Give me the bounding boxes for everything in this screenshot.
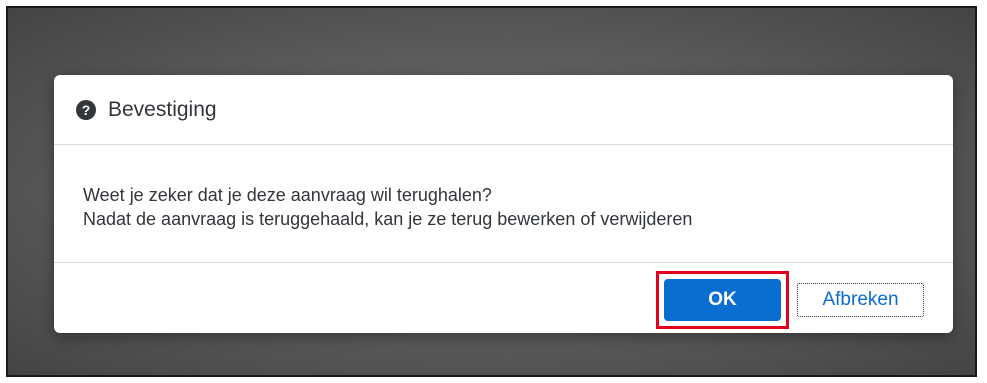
dialog-message-line-2: Nadat de aanvraag is teruggehaald, kan j… [83, 209, 693, 229]
modal-overlay: ? Bevestiging Weet je zeker dat je deze … [6, 6, 977, 377]
dialog-message-line-1: Weet je zeker dat je deze aanvraag wil t… [83, 185, 492, 205]
dialog-footer: OK Afbreken [54, 262, 953, 333]
question-circle-icon: ? [76, 99, 96, 120]
confirmation-dialog: ? Bevestiging Weet je zeker dat je deze … [54, 75, 953, 333]
ok-button[interactable]: OK [664, 279, 781, 321]
cancel-button[interactable]: Afbreken [797, 283, 924, 317]
dialog-header: ? Bevestiging [54, 75, 953, 145]
dialog-body: Weet je zeker dat je deze aanvraag wil t… [54, 145, 953, 262]
dialog-title: Bevestiging [108, 97, 217, 121]
